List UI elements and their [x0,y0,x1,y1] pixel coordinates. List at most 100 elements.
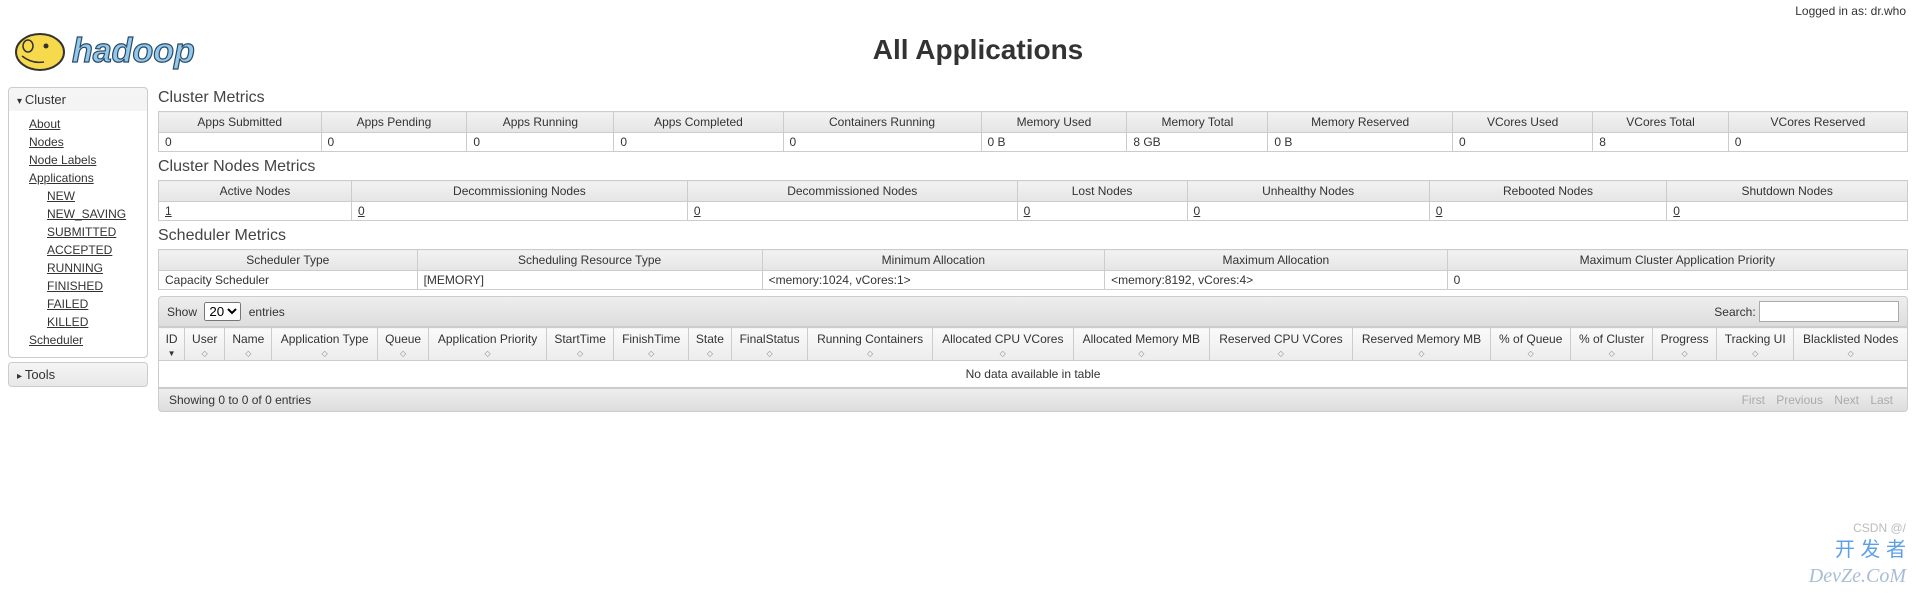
col-header: VCores Reserved [1728,112,1907,133]
sort-icon: ▼ [168,349,176,358]
col-header: VCores Used [1453,112,1593,133]
nav-tools: Tools [8,362,148,387]
col-header: Memory Reserved [1268,112,1453,133]
nav-state-killed[interactable]: KILLED [47,313,147,331]
metric-value[interactable]: 0 [687,202,1017,221]
nav-node-labels[interactable]: Node Labels [29,151,147,169]
nav-scheduler[interactable]: Scheduler [29,331,147,349]
apps-col-header[interactable]: Reserved Memory MB◇ [1352,328,1491,361]
sort-icon: ◇ [1528,349,1534,358]
hadoop-logo-icon: hadoop [10,22,250,77]
header: hadoop All Applications [0,22,1916,87]
page-title: All Applications [250,34,1706,66]
apps-col-header[interactable]: % of Queue◇ [1491,328,1571,361]
nav-state-submitted[interactable]: SUBMITTED [47,223,147,241]
page-last[interactable]: Last [1870,393,1893,407]
page-length-select[interactable]: 20 [204,302,241,321]
apps-col-header[interactable]: FinalStatus◇ [731,328,807,361]
sidebar: Cluster About Nodes Node Labels Applicat… [8,87,148,412]
nav-state-failed[interactable]: FAILED [47,295,147,313]
col-header: Scheduling Resource Type [417,250,762,271]
page-next[interactable]: Next [1834,393,1859,407]
sort-icon: ◇ [1278,349,1284,358]
col-header: Decommissioning Nodes [351,181,687,202]
apps-col-header[interactable]: Progress◇ [1653,328,1717,361]
metric-value: 0 [783,133,981,152]
nav-nodes[interactable]: Nodes [29,133,147,151]
apps-col-header[interactable]: Name◇ [225,328,272,361]
nav-state-accepted[interactable]: ACCEPTED [47,241,147,259]
datatable-info: Showing 0 to 0 of 0 entries [169,393,311,407]
apps-col-header[interactable]: State◇ [688,328,731,361]
col-header: Containers Running [783,112,981,133]
nav-state-finished[interactable]: FINISHED [47,277,147,295]
col-header: Maximum Allocation [1105,250,1448,271]
apps-col-header[interactable]: FinishTime◇ [614,328,689,361]
apps-col-header[interactable]: StartTime◇ [546,328,614,361]
apps-col-header[interactable]: % of Cluster◇ [1571,328,1653,361]
sort-icon: ◇ [767,349,773,358]
apps-col-header[interactable]: Blacklisted Nodes◇ [1794,328,1908,361]
col-header: Apps Submitted [159,112,322,133]
metric-value[interactable]: 1 [159,202,352,221]
sort-icon: ◇ [1682,349,1688,358]
apps-col-header[interactable]: Reserved CPU VCores◇ [1210,328,1353,361]
page-first[interactable]: First [1742,393,1765,407]
apps-col-header[interactable]: ID▼ [159,328,185,361]
nav-about[interactable]: About [29,115,147,133]
sort-icon: ◇ [1418,349,1424,358]
apps-col-header[interactable]: Application Priority◇ [429,328,547,361]
hadoop-logo[interactable]: hadoop [10,22,250,77]
metric-value: 0 [321,133,467,152]
datatable-footer: Showing 0 to 0 of 0 entries First Previo… [158,388,1908,412]
sort-icon: ◇ [1752,349,1758,358]
metric-value: 0 [614,133,783,152]
sort-icon: ◇ [648,349,654,358]
nav-cluster-header[interactable]: Cluster [9,88,147,111]
apps-col-header[interactable]: Tracking UI◇ [1717,328,1794,361]
metric-value[interactable]: 0 [1187,202,1429,221]
col-header: Apps Completed [614,112,783,133]
metric-value: 0 [1728,133,1907,152]
sort-icon: ◇ [1848,349,1854,358]
metric-value: 0 B [1268,133,1453,152]
metric-value[interactable]: 0 [1017,202,1187,221]
col-header: Active Nodes [159,181,352,202]
apps-col-header[interactable]: User◇ [185,328,225,361]
metric-value[interactable]: 0 [1667,202,1908,221]
apps-col-header[interactable]: Application Type◇ [272,328,378,361]
page-prev[interactable]: Previous [1776,393,1823,407]
apps-col-header[interactable]: Allocated CPU VCores◇ [932,328,1073,361]
search-label: Search: [1714,305,1755,319]
sort-icon: ◇ [322,349,328,358]
empty-message: No data available in table [159,361,1908,388]
cluster-metrics-table: Apps SubmittedApps PendingApps RunningAp… [158,111,1908,152]
sort-icon: ◇ [202,349,208,358]
col-header: Memory Total [1127,112,1268,133]
nav-state-new-saving[interactable]: NEW_SAVING [47,205,147,223]
sort-icon: ◇ [1138,349,1144,358]
metric-value: <memory:1024, vCores:1> [762,271,1105,290]
col-header: VCores Total [1593,112,1729,133]
metric-value[interactable]: 0 [351,202,687,221]
apps-col-header[interactable]: Running Containers◇ [808,328,933,361]
watermark-devze: 开 发 者 DevZe.CoM [1809,537,1906,589]
applications-table: ID▼User◇Name◇Application Type◇Queue◇Appl… [158,327,1908,388]
nav-state-new[interactable]: NEW [47,187,147,205]
col-header: Apps Pending [321,112,467,133]
col-header: Apps Running [467,112,614,133]
metric-value[interactable]: 0 [1429,202,1667,221]
apps-col-header[interactable]: Allocated Memory MB◇ [1073,328,1209,361]
metric-value: 0 [467,133,614,152]
col-header: Memory Used [981,112,1127,133]
login-user: dr.who [1871,4,1906,18]
cluster-metrics-title: Cluster Metrics [158,89,1908,107]
metric-value: 0 [1453,133,1593,152]
sort-icon: ◇ [1000,349,1006,358]
apps-col-header[interactable]: Queue◇ [377,328,428,361]
nav-tools-header[interactable]: Tools [9,363,147,386]
col-header: Rebooted Nodes [1429,181,1667,202]
nav-applications[interactable]: Applications [29,169,147,187]
nav-state-running[interactable]: RUNNING [47,259,147,277]
search-input[interactable] [1759,301,1899,322]
